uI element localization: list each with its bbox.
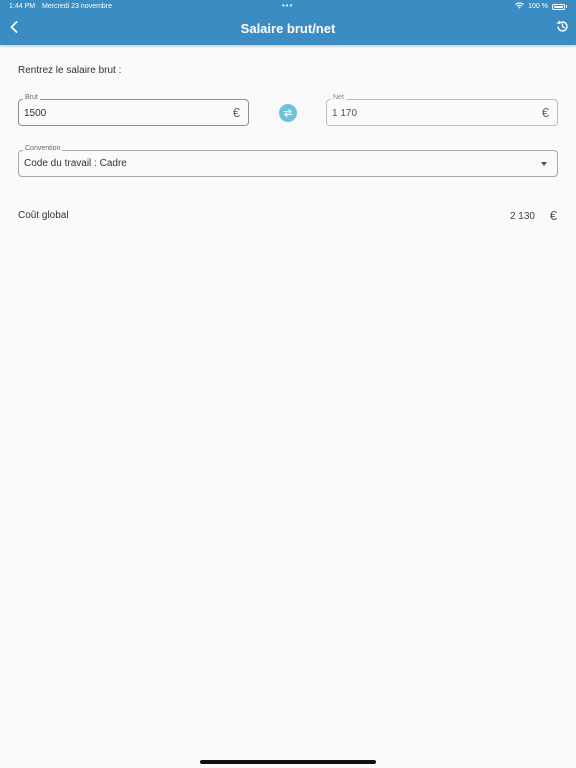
swap-icon bbox=[283, 104, 293, 122]
multitasking-dots[interactable]: ••• bbox=[282, 1, 293, 10]
euro-icon: € bbox=[232, 105, 240, 120]
convention-value: Code du travail : Cadre bbox=[24, 158, 127, 169]
net-field[interactable]: Net € bbox=[326, 94, 558, 126]
status-time: 1:44 PM bbox=[9, 3, 36, 10]
page-title: Salaire brut/net bbox=[240, 21, 336, 36]
status-date: Mercredi 23 novembre bbox=[42, 3, 113, 10]
battery-text: 100 % bbox=[528, 3, 548, 10]
brut-input[interactable] bbox=[24, 105, 204, 121]
battery-tip bbox=[566, 5, 567, 8]
cout-global-value: 2 130 bbox=[509, 211, 535, 222]
euro-icon: € bbox=[549, 208, 557, 223]
net-input[interactable] bbox=[332, 105, 502, 121]
euro-icon: € bbox=[541, 105, 549, 120]
net-label: Net bbox=[331, 94, 346, 101]
input-prompt: Rentrez le salaire brut : bbox=[18, 65, 122, 76]
wifi-icon bbox=[515, 2, 525, 11]
cout-global-label: Coût global bbox=[18, 210, 69, 221]
convention-select[interactable]: Convention Code du travail : Cadre bbox=[18, 145, 558, 177]
app-header: 1:44 PM Mercredi 23 novembre ••• 100 % S… bbox=[0, 0, 576, 45]
caret-down-icon bbox=[541, 162, 547, 166]
brut-label: Brut bbox=[23, 94, 40, 101]
history-button[interactable] bbox=[554, 20, 570, 38]
convention-label: Convention bbox=[23, 145, 63, 152]
history-icon bbox=[556, 20, 569, 38]
brut-field[interactable]: Brut € bbox=[18, 94, 249, 126]
status-bar: 1:44 PM Mercredi 23 novembre ••• 100 % bbox=[0, 0, 576, 14]
status-right: 100 % bbox=[515, 2, 567, 11]
swap-button[interactable] bbox=[279, 104, 297, 122]
battery-icon bbox=[552, 3, 565, 10]
home-indicator[interactable] bbox=[200, 760, 376, 764]
